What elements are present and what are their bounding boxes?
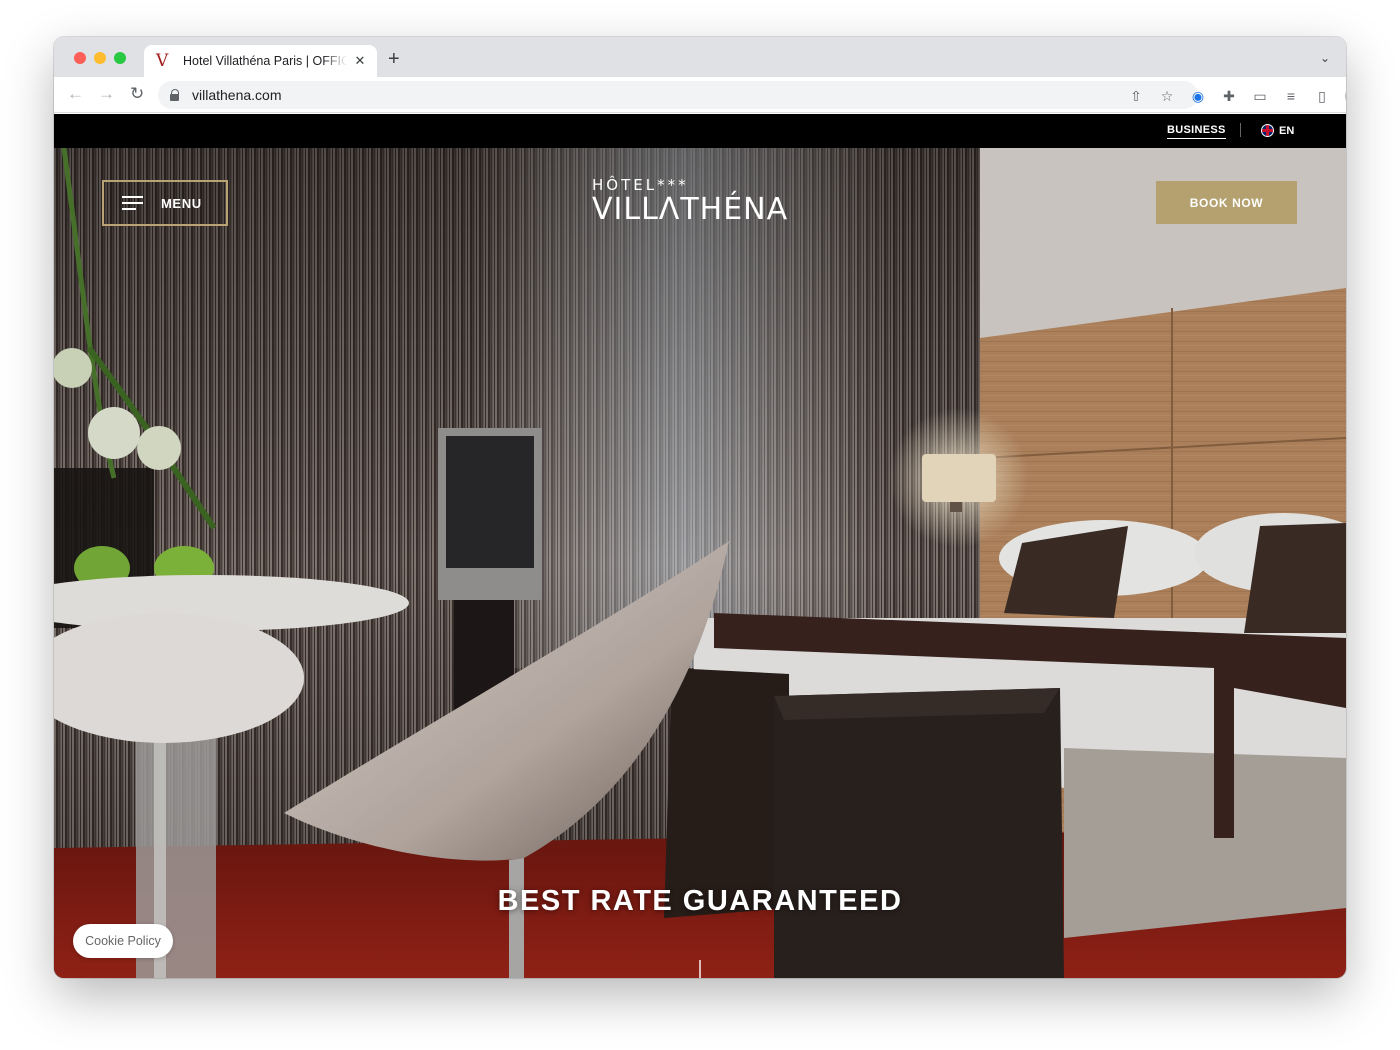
logo-main-text: VILLΛTHÉNA xyxy=(592,192,789,227)
book-now-button[interactable]: BOOK NOW xyxy=(1156,181,1297,224)
reading-list-icon[interactable]: ≡ xyxy=(1283,87,1299,105)
side-panel-icon[interactable]: ▯ xyxy=(1314,87,1330,105)
password-extension-icon[interactable]: ◉ xyxy=(1190,87,1206,105)
forward-icon[interactable]: → xyxy=(98,84,115,104)
extension-icons: ⇧ ☆ ◉ ✚ ▭ ≡ ▯ ⋮ xyxy=(1128,86,1346,106)
top-bar: BUSINESS EN xyxy=(54,114,1346,148)
close-window-button[interactable] xyxy=(74,52,86,64)
cast-icon[interactable]: ▭ xyxy=(1252,87,1268,105)
web-page: BUSINESS EN MENU HÔTEL*** VILLΛTHÉNA BOO… xyxy=(54,114,1346,978)
favicon-icon: V xyxy=(156,50,169,71)
reload-icon[interactable]: ↻ xyxy=(130,84,144,104)
hero-section: MENU HÔTEL*** VILLΛTHÉNA BOOK NOW BEST R… xyxy=(54,148,1346,978)
logo-top-text: HÔTEL*** xyxy=(592,176,689,194)
language-label: EN xyxy=(1279,124,1295,137)
hero-headline: BEST RATE GUARANTEED xyxy=(497,885,903,917)
tab-strip: V Hotel Villathéna Paris | OFFICIAL ✕ + … xyxy=(54,37,1346,77)
back-icon[interactable]: ← xyxy=(67,84,84,104)
divider xyxy=(1240,123,1241,137)
url-text[interactable]: villathena.com xyxy=(192,87,282,103)
language-selector[interactable]: EN xyxy=(1261,124,1294,137)
tab-title: Hotel Villathéna Paris | OFFICIAL xyxy=(183,54,347,68)
lock-icon[interactable] xyxy=(170,89,180,101)
uk-flag-icon xyxy=(1261,124,1274,137)
browser-toolbar: ← → ↻ villathena.com ⇧ ☆ ◉ ✚ ▭ ≡ ▯ ⋮ xyxy=(54,77,1346,113)
share-icon[interactable]: ⇧ xyxy=(1128,87,1144,105)
hero-room-image xyxy=(54,148,1346,978)
hotel-logo[interactable]: HÔTEL*** VILLΛTHÉNA xyxy=(592,177,788,227)
menu-label: MENU xyxy=(161,195,202,211)
tab-search-icon[interactable]: ⌄ xyxy=(1320,51,1330,65)
puzzle-extensions-icon[interactable]: ✚ xyxy=(1221,87,1237,105)
profile-avatar[interactable] xyxy=(1345,86,1346,106)
new-tab-button[interactable]: + xyxy=(388,49,400,69)
business-link[interactable]: BUSINESS xyxy=(1167,124,1226,139)
close-tab-icon[interactable]: ✕ xyxy=(353,53,367,69)
tab-active[interactable]: V Hotel Villathéna Paris | OFFICIAL ✕ xyxy=(144,45,377,77)
browser-window: V Hotel Villathéna Paris | OFFICIAL ✕ + … xyxy=(54,37,1346,978)
minimize-window-button[interactable] xyxy=(94,52,106,64)
hamburger-icon xyxy=(122,196,143,210)
address-bar[interactable]: villathena.com xyxy=(158,81,1198,109)
scroll-indicator xyxy=(699,960,701,978)
menu-button[interactable]: MENU xyxy=(102,180,228,226)
bookmark-star-icon[interactable]: ☆ xyxy=(1159,87,1175,105)
maximize-window-button[interactable] xyxy=(114,52,126,64)
cookie-policy-button[interactable]: Cookie Policy xyxy=(73,924,173,958)
